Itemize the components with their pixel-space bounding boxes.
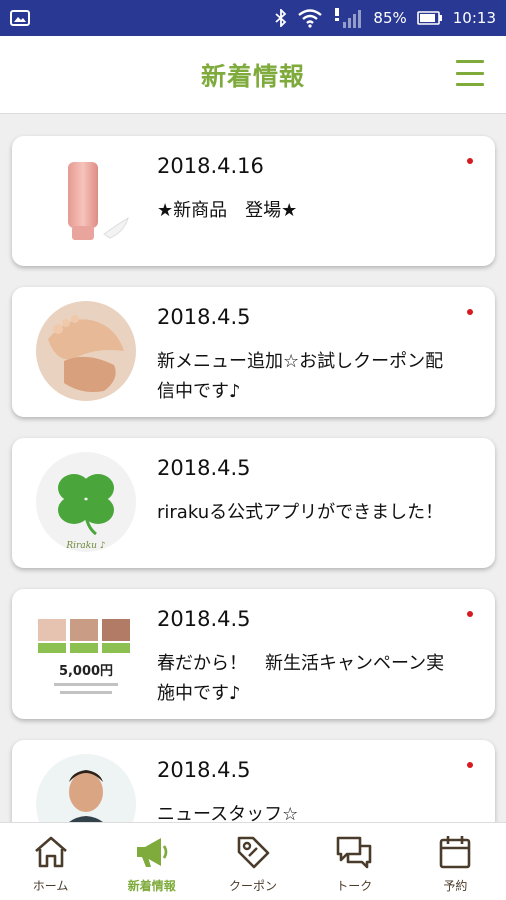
news-date: 2018.4.5: [157, 607, 251, 631]
news-date: 2018.4.16: [157, 154, 264, 178]
news-item[interactable]: Riraku ♪ 2018.4.5 rirakuる公式アプリができました！: [12, 438, 495, 568]
news-title: 新メニュー追加☆お試しクーポン配信中です♪: [157, 351, 444, 402]
tab-label: ホーム: [32, 879, 69, 893]
news-item[interactable]: 2018.4.5 新メニュー追加☆お試しクーポン配信中です♪: [12, 287, 495, 417]
logo-text: Riraku ♪: [65, 541, 105, 551]
bottom-tab-bar: ホーム 新着情報 クーポン トーク 予約: [0, 822, 506, 900]
campaign-flyer-image: 5,000円: [34, 601, 138, 705]
battery-icon: [416, 10, 443, 26]
tab-reservation[interactable]: 予約: [405, 823, 506, 900]
hamburger-menu-icon[interactable]: [456, 60, 484, 86]
status-bar: 85% 10:13: [0, 0, 506, 36]
flyer-price: 5,000円: [59, 664, 113, 679]
news-title: 春だから！ 新生活キャンペーン実施中です♪: [157, 653, 445, 704]
news-title: rirakuる公式アプリができました！: [157, 502, 444, 523]
news-item[interactable]: 2018.4.5 ニュースタッフ☆: [12, 740, 495, 822]
tag-icon: [234, 833, 272, 871]
news-title: ★新商品 登場★: [157, 200, 298, 221]
staff-photo: [34, 752, 138, 822]
news-date: 2018.4.5: [157, 456, 251, 480]
unread-dot: [467, 611, 473, 617]
news-item[interactable]: 2018.4.16 ★新商品 登場★: [12, 136, 495, 266]
tab-news[interactable]: 新着情報: [101, 823, 202, 900]
news-item[interactable]: 5,000円 2018.4.5 春だから！ 新生活キャンペーン実施中です♪: [12, 589, 495, 719]
tab-label: クーポン: [229, 879, 278, 893]
news-date: 2018.4.5: [157, 305, 251, 329]
tab-home[interactable]: ホーム: [0, 823, 101, 900]
unread-dot: [467, 762, 473, 768]
unread-dot: [467, 158, 473, 164]
chat-icon: [335, 833, 373, 871]
calendar-icon: [436, 833, 474, 871]
gallery-notification-icon: [10, 10, 30, 26]
riraku-logo: Riraku ♪: [34, 450, 138, 554]
page-title: 新着情報: [200, 61, 305, 91]
product-tube-image: [34, 148, 138, 252]
news-list[interactable]: 2018.4.16 ★新商品 登場★ 2018.4.5 新メニュー追加☆お試しク…: [0, 114, 506, 822]
clock: 10:13: [452, 9, 496, 27]
app-header: 新着情報: [0, 36, 506, 114]
home-icon: [32, 833, 70, 871]
wifi-icon: [297, 8, 323, 28]
tab-coupon[interactable]: クーポン: [202, 823, 303, 900]
signal-icon: [333, 8, 363, 28]
bluetooth-icon: [275, 9, 287, 27]
foot-massage-image: [34, 299, 138, 403]
news-date: 2018.4.5: [157, 758, 251, 782]
tab-label: トーク: [336, 879, 373, 893]
tab-label: 予約: [443, 879, 468, 893]
battery-percent: 85%: [373, 9, 407, 27]
unread-dot: [467, 309, 473, 315]
tab-talk[interactable]: トーク: [304, 823, 405, 900]
news-title: ニュースタッフ☆: [157, 804, 299, 822]
megaphone-icon: [133, 833, 171, 871]
tab-label: 新着情報: [127, 879, 176, 893]
